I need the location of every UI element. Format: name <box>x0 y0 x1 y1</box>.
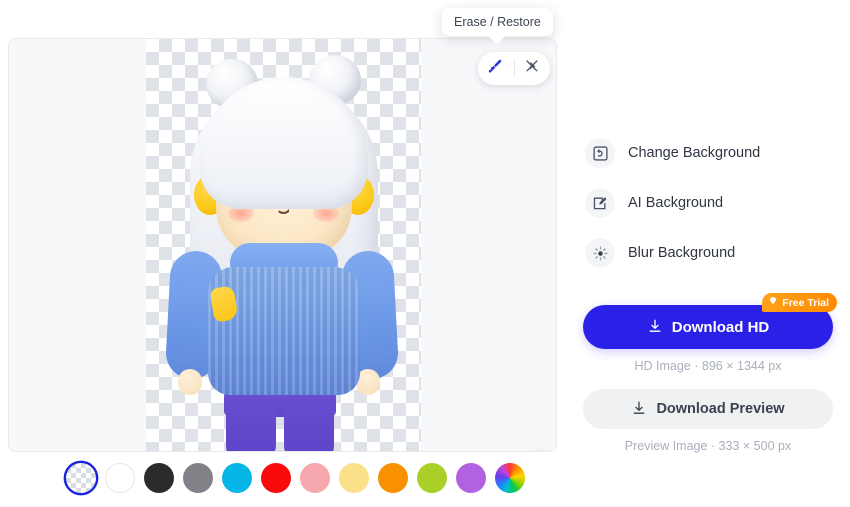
swatch-black[interactable] <box>144 463 174 493</box>
download-preview-section: Download Preview Preview Image · 333 × 5… <box>583 389 833 453</box>
blur-background-label: Blur Background <box>628 245 736 261</box>
swatch-color-picker[interactable] <box>495 463 525 493</box>
download-icon <box>647 318 663 337</box>
tool-pill <box>478 52 550 85</box>
background-color-swatches[interactable] <box>66 463 525 493</box>
background-options-list: Change Background AI Background Blur Bac… <box>585 128 835 278</box>
change-background-label: Change Background <box>628 145 761 161</box>
free-trial-label: Free Trial <box>782 296 829 309</box>
download-preview-label: Download Preview <box>656 401 785 417</box>
hand-left-shape <box>178 369 202 395</box>
brush-icon <box>487 58 504 80</box>
swatch-pink[interactable] <box>300 463 330 493</box>
compare-toggle-button[interactable] <box>527 451 557 452</box>
download-icon <box>631 400 647 419</box>
change-background-icon <box>585 138 615 168</box>
actions-pane: Change Background AI Background Blur Bac… <box>565 0 850 507</box>
preview-image-caption: Preview Image · 333 × 500 px <box>624 439 792 453</box>
blur-background-icon <box>585 238 615 268</box>
subject-image <box>146 39 421 451</box>
ai-background-label: AI Background <box>628 195 724 211</box>
download-preview-button[interactable]: Download Preview <box>583 389 833 429</box>
download-hd-section: Download HD Free Trial HD Image · 896 × … <box>583 293 837 373</box>
swatch-red[interactable] <box>261 463 291 493</box>
tooltip-label: Erase / Restore <box>454 15 541 29</box>
leg-left-shape <box>226 389 276 451</box>
image-canvas[interactable] <box>8 38 557 452</box>
download-hd-label: Download HD <box>671 318 770 336</box>
swatch-yellow[interactable] <box>339 463 369 493</box>
brush-tool-button[interactable] <box>478 52 514 85</box>
magic-erase-tool-button[interactable] <box>514 52 550 85</box>
hd-image-caption: HD Image · 896 × 1344 px <box>634 359 782 373</box>
tooltip: Erase / Restore <box>442 8 553 45</box>
swatch-gray[interactable] <box>183 463 213 493</box>
leg-right-shape <box>284 389 334 451</box>
gem-icon <box>768 296 778 309</box>
blur-background-option[interactable]: Blur Background <box>585 228 835 278</box>
swatch-orange[interactable] <box>378 463 408 493</box>
free-trial-badge: Free Trial <box>762 293 837 312</box>
swatch-yellow-green[interactable] <box>417 463 447 493</box>
swatch-purple[interactable] <box>456 463 486 493</box>
editor-pane: Erase / Restore <box>0 0 565 507</box>
swatch-white[interactable] <box>105 463 135 493</box>
ai-background-icon <box>585 188 615 218</box>
ai-background-option[interactable]: AI Background <box>585 178 835 228</box>
swatch-cyan[interactable] <box>222 463 252 493</box>
change-background-option[interactable]: Change Background <box>585 128 835 178</box>
magic-wand-icon <box>524 58 541 80</box>
swatch-transparent[interactable] <box>66 463 96 493</box>
sweater-body-shape <box>208 267 360 395</box>
